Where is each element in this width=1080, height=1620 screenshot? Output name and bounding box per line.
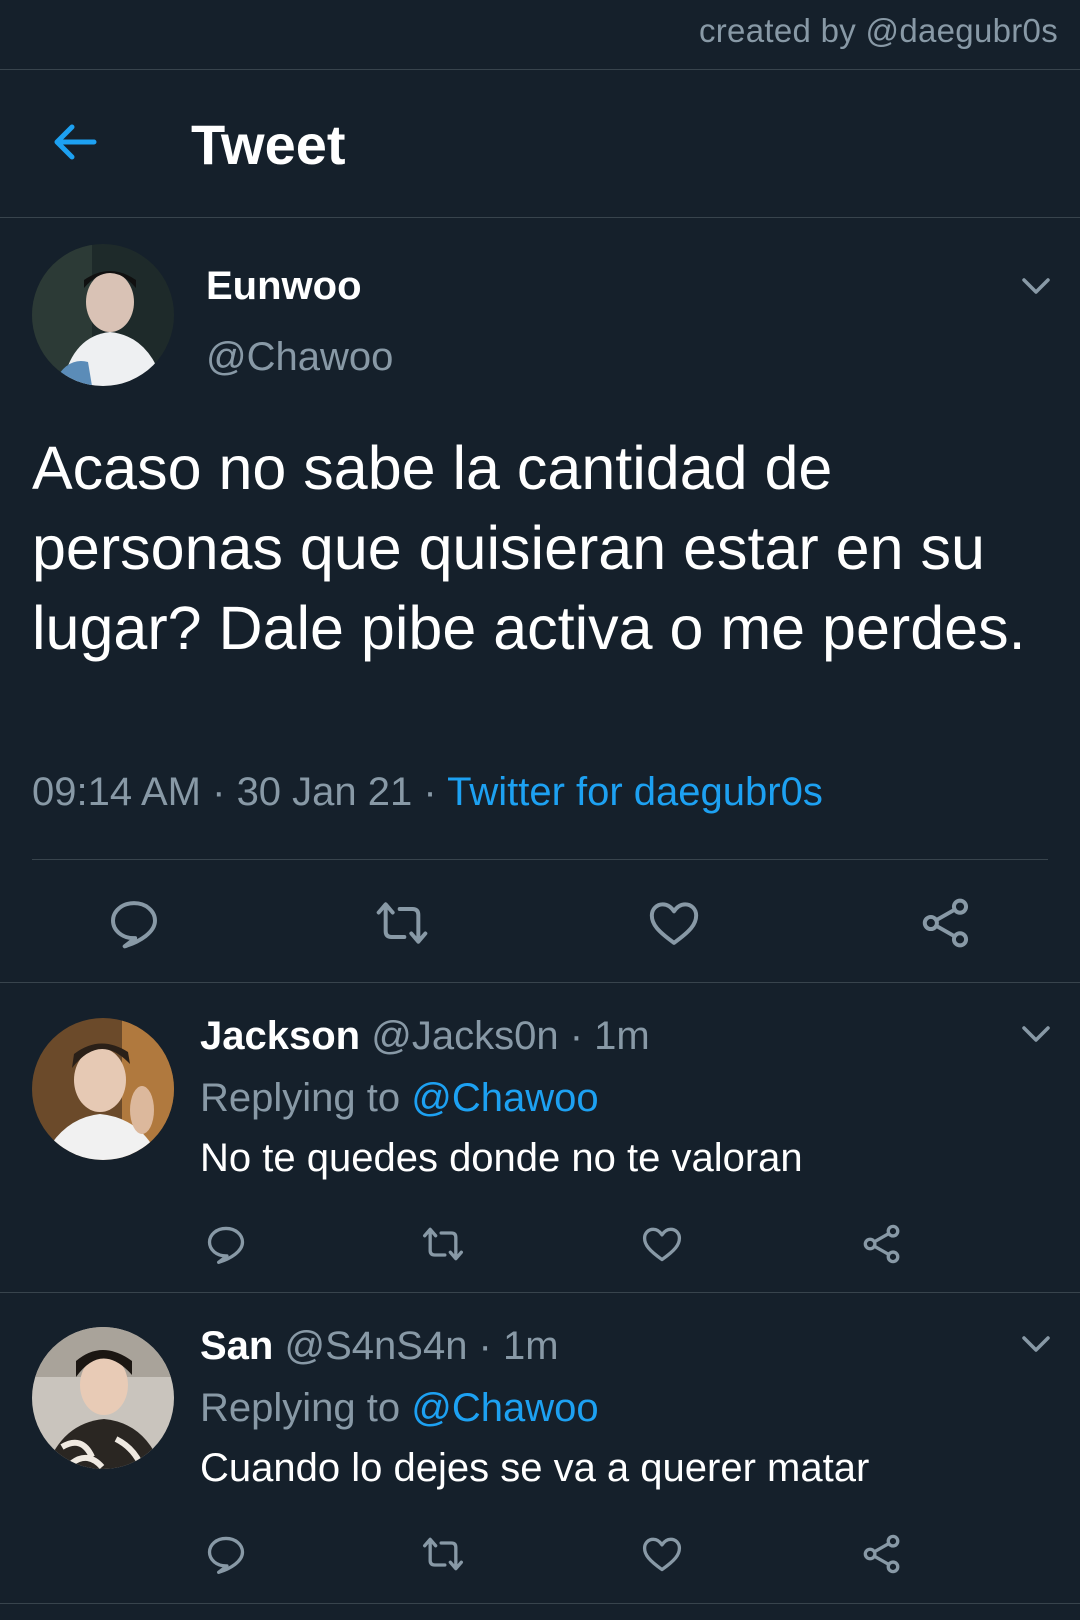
author-name[interactable]: Jackson [200,1014,360,1058]
page-title: Tweet [191,113,346,176]
divider [0,982,1080,983]
avatar[interactable] [32,1018,174,1160]
tweet-date: 30 Jan 21 [236,770,413,814]
author-handle[interactable]: @Jacks0n [371,1014,558,1058]
tweet-time: 09:14 AM [32,770,202,814]
reply-icon[interactable] [204,1532,248,1576]
reply-icon[interactable] [106,895,162,951]
reply-time: · 1m [467,1324,559,1368]
author-handle[interactable]: @Chawoo [206,335,393,380]
author-name[interactable]: Eunwoo [206,264,362,309]
author-name[interactable]: San [200,1324,273,1368]
avatar[interactable] [32,1327,174,1469]
chevron-down-icon[interactable] [1016,1014,1056,1054]
reply-header: Jackson @Jacks0n · 1m [200,1014,650,1059]
avatar[interactable] [32,244,174,386]
replying-to-label: Replying to [200,1076,412,1120]
creator-credit: created by @daegubr0s [698,12,1058,49]
mention-link[interactable]: @Chawoo [411,1386,598,1430]
share-icon[interactable] [918,895,974,951]
tweet-text: Acaso no sabe la cantidad de personas qu… [32,434,1026,662]
top-app-bar: Tweet [0,70,1080,218]
divider [0,217,1080,218]
share-icon[interactable] [860,1222,904,1266]
mention-link[interactable]: @Chawoo [411,1076,598,1120]
replying-to: Replying to @Chawoo [200,1386,599,1431]
divider [0,1603,1080,1604]
separator: · [412,770,448,814]
replying-to: Replying to @Chawoo [200,1076,599,1121]
retweet-icon[interactable] [421,1222,465,1266]
chevron-down-icon[interactable] [1016,1324,1056,1364]
chevron-down-icon[interactable] [1016,266,1056,306]
tweet-source-link[interactable]: Twitter for daegubr0s [447,770,823,814]
tweet-meta: 09:14 AM · 30 Jan 21 · Twitter for daegu… [32,770,823,815]
separator: · [201,770,237,814]
divider [0,1292,1080,1293]
share-icon[interactable] [860,1532,904,1576]
like-icon[interactable] [646,895,702,951]
retweet-icon[interactable] [374,895,430,951]
reply-icon[interactable] [204,1222,248,1266]
reply-text: No te quedes donde no te valoran [200,1136,803,1180]
divider [32,859,1048,860]
author-handle[interactable]: @S4nS4n [284,1324,467,1368]
reply-header: San @S4nS4n · 1m [200,1324,559,1369]
like-icon[interactable] [640,1532,684,1576]
retweet-icon[interactable] [421,1532,465,1576]
like-icon[interactable] [640,1222,684,1266]
reply-time: · 1m [558,1014,650,1058]
arrow-left-icon[interactable] [46,112,106,172]
reply-text: Cuando lo dejes se va a querer matar [200,1446,870,1490]
replying-to-label: Replying to [200,1386,412,1430]
